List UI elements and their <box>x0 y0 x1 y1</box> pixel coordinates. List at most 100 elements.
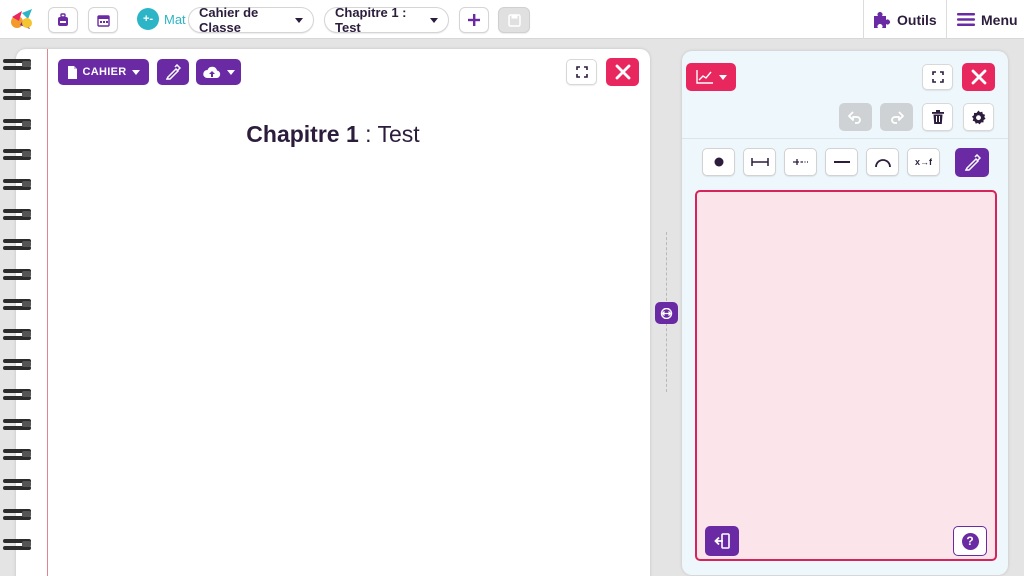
puzzle-icon <box>874 12 890 28</box>
graph-type-button[interactable] <box>686 63 736 91</box>
panel-fullscreen-button[interactable] <box>922 64 953 90</box>
menu-label: Menu <box>981 11 1018 28</box>
top-bar: +- Mat Cahier de Classe Chapitre 1 : Tes… <box>0 0 1024 39</box>
spiral-ring <box>3 329 31 340</box>
arrows-horizontal-icon <box>660 307 673 319</box>
add-chapter-button[interactable] <box>459 7 489 33</box>
spiral-ring <box>3 209 31 220</box>
chevron-down-icon <box>295 17 303 23</box>
settings-button[interactable] <box>963 103 994 131</box>
backpack-button[interactable] <box>48 7 78 33</box>
spiral-ring <box>3 239 31 250</box>
menu-button[interactable]: Menu <box>957 0 1018 39</box>
drawing-canvas[interactable]: ? <box>695 190 997 561</box>
tool-pencil[interactable] <box>955 148 989 177</box>
separator <box>863 0 864 39</box>
cahier-button[interactable]: CAHIER <box>58 59 149 85</box>
spiral-ring <box>3 59 31 70</box>
expand-icon <box>575 66 588 78</box>
cloud-button[interactable] <box>196 59 241 85</box>
app-logo[interactable] <box>8 5 38 35</box>
exit-button[interactable] <box>705 526 739 556</box>
point-icon <box>714 157 723 167</box>
redo-button[interactable] <box>880 103 913 131</box>
expand-icon <box>931 71 944 83</box>
spiral-ring <box>3 179 31 190</box>
chevron-down-icon <box>430 17 438 23</box>
spiral-ring <box>3 299 31 310</box>
document-icon <box>67 65 77 79</box>
chapter-select-label: Chapitre 1 : Test <box>335 5 407 35</box>
calendar-button[interactable] <box>88 7 118 33</box>
spiral-ring <box>3 269 31 280</box>
tool-half-line[interactable] <box>784 148 817 176</box>
notebook-page[interactable]: CAHIER Chapitre 1 : Test <box>16 49 650 576</box>
redo-icon <box>891 110 904 124</box>
pencil-icon <box>964 154 981 171</box>
math-icon: +- <box>137 8 159 30</box>
plus-icon <box>468 14 480 26</box>
line-icon <box>833 161 850 163</box>
tool-point[interactable] <box>702 148 735 176</box>
function-icon: x→f <box>914 157 932 167</box>
spiral-ring <box>3 359 31 370</box>
spiral-ring <box>3 479 31 490</box>
separator <box>682 138 1008 139</box>
half-line-icon <box>792 159 808 165</box>
undo-icon <box>848 110 861 124</box>
subject-label: Mat <box>164 11 186 27</box>
close-notebook-button[interactable] <box>606 58 639 86</box>
close-icon <box>971 69 986 85</box>
cahier-select-label: Cahier de Classe <box>199 5 259 35</box>
cahier-select[interactable]: Cahier de Classe <box>188 5 314 35</box>
calendar-icon <box>96 14 110 27</box>
graph-icon <box>695 70 713 84</box>
chevron-down-icon <box>226 69 235 75</box>
arc-icon <box>874 159 891 168</box>
spiral-ring <box>3 449 31 460</box>
tool-segment[interactable] <box>743 148 776 176</box>
backpack-icon <box>58 13 68 26</box>
graph-panel: x→f ? <box>682 51 1008 575</box>
save-icon <box>507 13 521 27</box>
spiral-ring <box>3 389 31 400</box>
delete-button[interactable] <box>922 103 953 131</box>
spiral-ring <box>3 419 31 430</box>
edit-button[interactable] <box>157 59 189 85</box>
outils-label: Outils <box>897 11 937 28</box>
cahier-button-label: CAHIER <box>82 66 127 78</box>
pencil-ruler-icon <box>165 64 181 80</box>
chevron-down-icon <box>132 69 141 75</box>
separator <box>946 0 947 39</box>
close-icon <box>615 64 630 80</box>
exit-icon <box>714 533 730 549</box>
spiral-ring <box>3 89 31 100</box>
spiral-ring <box>3 119 31 130</box>
tool-line[interactable] <box>825 148 858 176</box>
cloud-upload-icon <box>202 66 220 78</box>
tool-function[interactable]: x→f <box>907 148 940 176</box>
trash-icon <box>931 110 944 124</box>
chapter-select[interactable]: Chapitre 1 : Test <box>324 5 449 35</box>
question-icon: ? <box>961 532 979 550</box>
fullscreen-button[interactable] <box>566 59 597 85</box>
spiral-ring <box>3 539 31 550</box>
close-panel-button[interactable] <box>962 63 995 91</box>
hamburger-icon <box>957 13 975 26</box>
resize-handle[interactable] <box>655 302 678 324</box>
outils-button[interactable]: Outils <box>872 0 937 39</box>
help-button[interactable]: ? <box>953 526 987 556</box>
page-title: Chapitre 1 : Test <box>16 121 650 148</box>
spiral-ring <box>3 149 31 160</box>
chevron-down-icon <box>718 74 727 80</box>
spiral-binding <box>2 58 34 576</box>
subject-selector[interactable]: +- Mat <box>137 8 186 30</box>
save-button[interactable] <box>498 7 530 33</box>
gear-icon <box>971 109 986 124</box>
undo-button[interactable] <box>839 103 872 131</box>
tool-arc[interactable] <box>866 148 899 176</box>
title-bold: Chapitre 1 <box>246 121 359 147</box>
segment-icon <box>750 158 769 166</box>
title-rest: : Test <box>358 121 420 147</box>
spiral-ring <box>3 509 31 520</box>
